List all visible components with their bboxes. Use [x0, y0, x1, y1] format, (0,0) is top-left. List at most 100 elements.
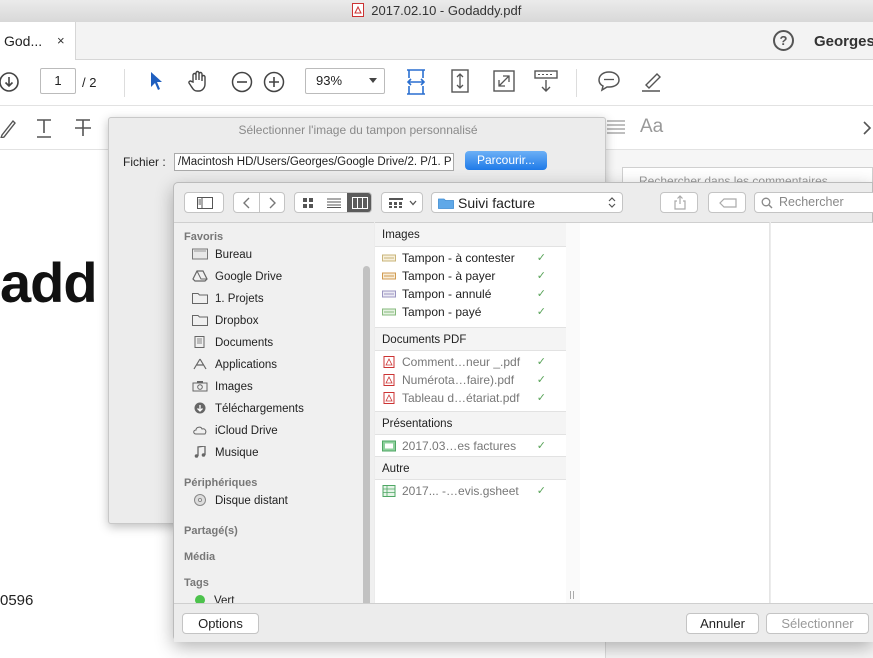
- resize-grip-icon: [573, 591, 574, 599]
- sidebar-item-label: Google Drive: [215, 271, 283, 283]
- options-button[interactable]: Options: [182, 613, 259, 634]
- folder-icon: [438, 198, 454, 209]
- user-name[interactable]: Georges: [814, 33, 873, 50]
- chevron-right-icon[interactable]: [862, 121, 872, 135]
- file-item[interactable]: Tampon - à contester ✓: [382, 249, 560, 267]
- sidebar-item-icloud[interactable]: iCloud Drive: [192, 421, 278, 441]
- fit-page-icon[interactable]: [450, 69, 470, 93]
- pdf-file-icon: [383, 356, 395, 368]
- sidebar-item-projets[interactable]: 1. Projets: [192, 289, 264, 309]
- sidebar-toggle-button[interactable]: [184, 192, 224, 213]
- file-item[interactable]: Comment…neur _.pdf ✓: [382, 353, 560, 371]
- file-item[interactable]: Tampon - annulé ✓: [382, 285, 560, 303]
- file-item-label: Tampon - à contester: [402, 251, 515, 265]
- chevron-down-icon: [369, 78, 377, 83]
- window-title: 2017.02.10 - Godaddy.pdf: [371, 3, 522, 18]
- file-item-label: Tampon - payé: [402, 305, 482, 319]
- document-number: 0596: [0, 592, 34, 609]
- zoom-out-icon[interactable]: [231, 71, 253, 93]
- arrange-icon: [389, 198, 403, 208]
- fullscreen-icon[interactable]: [493, 70, 515, 92]
- forward-icon[interactable]: [267, 197, 277, 209]
- music-note-icon: [194, 446, 206, 458]
- pencil-icon[interactable]: [0, 118, 16, 138]
- tag-button[interactable]: [708, 192, 746, 213]
- file-item[interactable]: Tampon - payé ✓: [382, 303, 560, 321]
- file-path-input[interactable]: /Macintosh HD/Users/Georges/Google Drive…: [174, 153, 454, 171]
- hand-tool-icon[interactable]: [188, 69, 210, 93]
- text-strikethrough-icon[interactable]: [74, 118, 92, 138]
- checkmark-icon: ✓: [536, 392, 546, 404]
- close-tab-icon[interactable]: ×: [57, 22, 65, 60]
- spreadsheet-file-icon: [382, 485, 396, 497]
- column-view-button[interactable]: [347, 193, 371, 212]
- arrange-button[interactable]: [381, 192, 423, 213]
- select-cursor-icon[interactable]: [148, 70, 164, 92]
- file-search-placeholder: Rechercher: [779, 195, 844, 209]
- sidebar-item-label: iCloud Drive: [215, 425, 278, 437]
- sidebar-tag-green[interactable]: Vert: [192, 591, 234, 603]
- camera-icon: [192, 381, 208, 392]
- document-tab[interactable]: God... ×: [0, 22, 76, 60]
- disc-icon: [194, 494, 206, 506]
- presentation-file-icon: [382, 440, 396, 452]
- page-number-input[interactable]: 1: [40, 68, 76, 94]
- file-column-empty: [785, 222, 873, 603]
- file-label: Fichier :: [123, 155, 166, 169]
- file-item[interactable]: 2017... -…evis.gsheet ✓: [382, 482, 560, 500]
- nav-divider: [259, 193, 260, 212]
- tags-heading: Tags: [184, 577, 209, 589]
- sidebar-item-music[interactable]: Musique: [192, 443, 258, 463]
- fit-width-icon[interactable]: [405, 68, 427, 96]
- file-chooser-toolbar: Suivi facture Rechercher: [174, 183, 873, 222]
- select-button[interactable]: Sélectionner: [766, 613, 869, 634]
- column-resizer[interactable]: [566, 222, 580, 603]
- image-file-icon: [382, 308, 396, 316]
- next-page-icon[interactable]: [0, 71, 22, 93]
- sidebar-item-documents[interactable]: Documents: [192, 333, 273, 353]
- sidebar-item-google-drive[interactable]: Google Drive: [192, 267, 282, 287]
- zoom-select[interactable]: 93%: [305, 68, 385, 94]
- file-item[interactable]: Tampon - à payer ✓: [382, 267, 560, 285]
- sidebar-item-label: Bureau: [215, 249, 253, 261]
- icon-view-icon[interactable]: [302, 197, 314, 209]
- text-underline-icon[interactable]: [35, 118, 53, 138]
- font-size-button[interactable]: Aa: [640, 116, 663, 138]
- highlight-icon[interactable]: [640, 69, 664, 93]
- file-item-label: Tampon - à payer: [402, 269, 496, 283]
- back-icon[interactable]: [242, 197, 252, 209]
- file-item[interactable]: Tableau d…étariat.pdf ✓: [382, 389, 560, 407]
- zoom-in-icon[interactable]: [263, 71, 285, 93]
- file-item[interactable]: Numérota…faire).pdf ✓: [382, 371, 560, 389]
- sidebar-item-dropbox[interactable]: Dropbox: [192, 311, 258, 331]
- scroll-mode-icon[interactable]: [534, 69, 558, 93]
- file-search-input[interactable]: Rechercher: [754, 192, 873, 213]
- group-header-pdf: Documents PDF: [375, 327, 566, 351]
- browse-button[interactable]: Parcourir...: [465, 151, 547, 170]
- sidebar-item-label: Téléchargements: [215, 403, 304, 415]
- cancel-button[interactable]: Annuler: [686, 613, 759, 634]
- file-item-label: Comment…neur _.pdf: [402, 355, 521, 369]
- location-label: Suivi facture: [458, 195, 536, 211]
- window-titlebar: 2017.02.10 - Godaddy.pdf: [0, 0, 873, 22]
- list-view-icon[interactable]: [327, 198, 341, 208]
- checkmark-icon: ✓: [536, 306, 546, 318]
- comment-icon[interactable]: [597, 70, 621, 92]
- column-view-icon: [352, 197, 368, 209]
- tag-icon: [719, 198, 737, 208]
- sidebar-item-downloads[interactable]: Téléchargements: [192, 399, 304, 419]
- desktop-icon: [192, 248, 208, 260]
- toolbar-divider: [124, 69, 125, 97]
- sidebar-item-bureau[interactable]: Bureau: [192, 245, 252, 265]
- help-icon[interactable]: ?: [773, 30, 794, 51]
- folder-icon: [192, 315, 208, 326]
- text-align-icon[interactable]: [607, 120, 625, 134]
- location-popup[interactable]: Suivi facture: [431, 192, 623, 213]
- sidebar-item-applications[interactable]: Applications: [192, 355, 277, 375]
- sidebar-scrollbar[interactable]: [363, 266, 370, 603]
- sidebar-item-images[interactable]: Images: [192, 377, 253, 397]
- sidebar-item-remote-disk[interactable]: Disque distant: [192, 491, 288, 511]
- file-item-label: Tableau d…étariat.pdf: [402, 391, 520, 405]
- share-button[interactable]: [660, 192, 698, 213]
- file-item[interactable]: 2017.03…es factures ✓: [382, 437, 560, 455]
